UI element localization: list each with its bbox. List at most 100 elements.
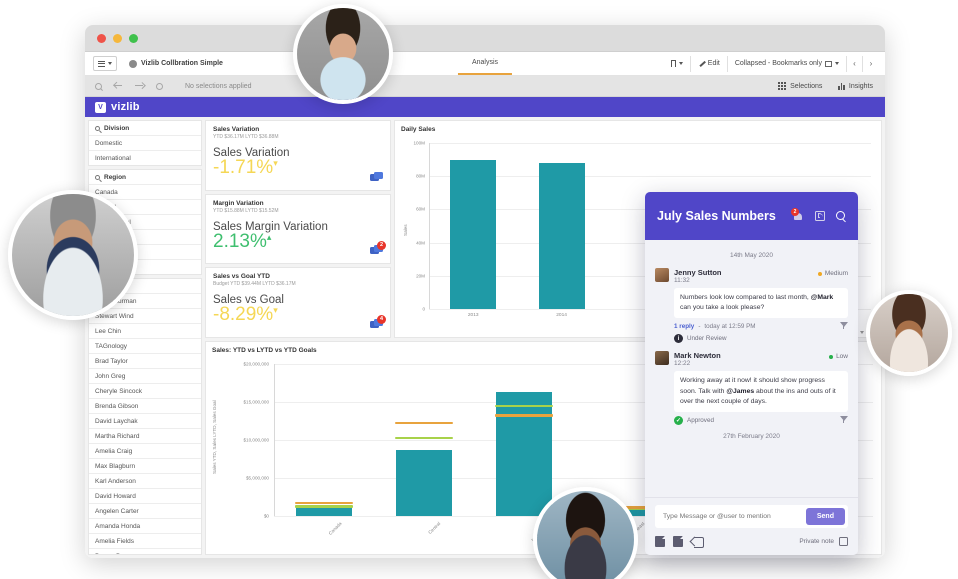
- chat-message-list[interactable]: 14th May 2020 Jenny Sutton 11:32 Medium …: [645, 240, 858, 497]
- mention[interactable]: @James: [726, 388, 754, 395]
- maximize-window-button[interactable]: [129, 33, 138, 43]
- list-item[interactable]: Brad Taylor: [89, 353, 201, 368]
- filter-region-header[interactable]: Region: [89, 170, 201, 184]
- chat-input[interactable]: [663, 513, 806, 520]
- list-item[interactable]: Amelia Craig: [89, 443, 201, 458]
- list-item[interactable]: Karl Anderson: [89, 473, 201, 488]
- list-item[interactable]: Donna Brown: [89, 548, 201, 554]
- filter-division-title: Division: [104, 125, 130, 132]
- edit-button[interactable]: Edit: [691, 55, 728, 72]
- feed-icon[interactable]: [815, 211, 825, 221]
- private-note-toggle[interactable]: Private note: [799, 537, 848, 546]
- lytd-reference-line: [394, 436, 453, 440]
- kpi-value: -1.71%▾: [213, 158, 383, 178]
- filter-icon[interactable]: [840, 322, 848, 330]
- clear-selections-icon[interactable]: [156, 82, 163, 90]
- list-item[interactable]: TAGnology: [89, 338, 201, 353]
- goal-reference-line: [394, 421, 453, 425]
- list-item[interactable]: Cheryle Sincock: [89, 383, 201, 398]
- priority-badge: Medium: [817, 270, 848, 277]
- list-item[interactable]: Brenda Gibson: [89, 398, 201, 413]
- previous-sheet-button[interactable]: ‹: [847, 55, 863, 72]
- selections-button[interactable]: Selections: [778, 82, 822, 90]
- list-item[interactable]: International: [89, 150, 201, 165]
- kpi-card-margin-variation[interactable]: Margin Variation YTD $15.88M LYTD $15.52…: [205, 193, 391, 265]
- grid-icon: [778, 82, 787, 90]
- filter-icon[interactable]: [840, 416, 848, 424]
- check-icon: ✓: [674, 415, 683, 425]
- search-icon[interactable]: [95, 175, 100, 180]
- chat-header-actions: 2: [791, 207, 846, 222]
- priority-label: Medium: [824, 270, 848, 277]
- undo-selection-icon[interactable]: [114, 82, 123, 91]
- main-menu-button[interactable]: [93, 56, 117, 71]
- filter-division-header[interactable]: Division: [89, 121, 201, 135]
- y-axis-line: [429, 143, 430, 309]
- avatar-photo: [870, 294, 948, 372]
- trend-arrow-icon: ▾: [273, 305, 278, 316]
- list-item[interactable]: David Howard: [89, 488, 201, 503]
- kpi-subtitle: YTD $15.88M LYTD $15.52M: [213, 207, 279, 214]
- list-item[interactable]: John Greg: [89, 368, 201, 383]
- notifications-button[interactable]: 2: [791, 207, 804, 222]
- reply-timestamp: today at 12:59 PM: [704, 322, 756, 330]
- chat-footer: Send Private note: [645, 497, 858, 555]
- list-item[interactable]: Lee Chin: [89, 323, 201, 338]
- list-item[interactable]: David Laychak: [89, 413, 201, 428]
- bar[interactable]: [295, 507, 352, 516]
- comments-button[interactable]: 2: [370, 241, 386, 256]
- bookmark-mode-selector[interactable]: Collapsed - Bookmarks only: [728, 55, 847, 72]
- list-item[interactable]: Domestic: [89, 135, 201, 150]
- comment-bubble-icon: [370, 171, 383, 183]
- list-item[interactable]: Amelia Fields: [89, 533, 201, 548]
- list-item[interactable]: Angelen Carter: [89, 503, 201, 518]
- search-icon[interactable]: [95, 82, 102, 90]
- y-axis-tick: 20M: [416, 273, 425, 279]
- comments-button[interactable]: [370, 171, 383, 183]
- redo-selection-icon[interactable]: [135, 82, 144, 91]
- attach-document-icon[interactable]: [655, 536, 665, 547]
- info-icon: i: [674, 334, 683, 344]
- kpi-card-sales-variation[interactable]: Sales Variation YTD $36.17M LYTD $36.88M…: [205, 120, 391, 191]
- reply-count-link[interactable]: 1 reply: [674, 323, 694, 330]
- list-item[interactable]: Amanda Honda: [89, 518, 201, 533]
- x-axis-tick: 2014: [556, 313, 567, 318]
- y-axis-tick: 100M: [413, 140, 426, 146]
- chevron-down-icon: [835, 62, 839, 65]
- attach-spreadsheet-icon[interactable]: [673, 536, 683, 547]
- mention[interactable]: @Mark: [811, 294, 834, 301]
- send-button[interactable]: Send: [805, 508, 845, 525]
- chat-message: Mark Newton 12:22 Low Working away at it…: [655, 351, 848, 425]
- insights-button[interactable]: Insights: [838, 82, 873, 90]
- pencil-icon: [698, 60, 705, 67]
- x-axis-tick: Central: [427, 521, 442, 536]
- kpi-stack: Sales Variation YTD $36.17M LYTD $36.88M…: [205, 120, 391, 339]
- status-label: Under Review: [687, 335, 727, 343]
- chat-tools: Private note: [655, 536, 848, 548]
- minimize-window-button[interactable]: [113, 33, 122, 43]
- kpi-title: Margin Variation: [213, 199, 264, 207]
- bar[interactable]: [538, 162, 585, 309]
- list-item[interactable]: Max Blagburn: [89, 458, 201, 473]
- close-window-button[interactable]: [97, 33, 106, 43]
- y-axis-tick: 60M: [416, 206, 425, 212]
- bar[interactable]: [450, 159, 497, 309]
- chat-message-text: Working away at it now! it should show p…: [674, 371, 848, 412]
- private-note-checkbox[interactable]: [839, 537, 848, 546]
- priority-dot-icon: [829, 354, 834, 359]
- search-icon[interactable]: [95, 126, 100, 131]
- comments-button[interactable]: 4: [370, 315, 386, 330]
- avatar: [655, 268, 669, 282]
- list-item[interactable]: Martha Richard: [89, 428, 201, 443]
- search-icon[interactable]: [836, 211, 846, 221]
- tab-analysis[interactable]: Analysis: [457, 52, 513, 75]
- tag-icon[interactable]: [691, 537, 704, 548]
- next-sheet-button[interactable]: ›: [863, 56, 879, 72]
- kpi-card-sales-vs-goal[interactable]: Sales vs Goal YTD Budget YTD $39.44M LYT…: [205, 267, 391, 339]
- avatar-photo: [297, 8, 389, 100]
- reply-separator: -: [698, 322, 701, 330]
- avatar-photo: [12, 194, 134, 316]
- insights-icon: [838, 82, 845, 90]
- bookmarks-button[interactable]: [664, 55, 691, 72]
- bar[interactable]: [395, 449, 452, 516]
